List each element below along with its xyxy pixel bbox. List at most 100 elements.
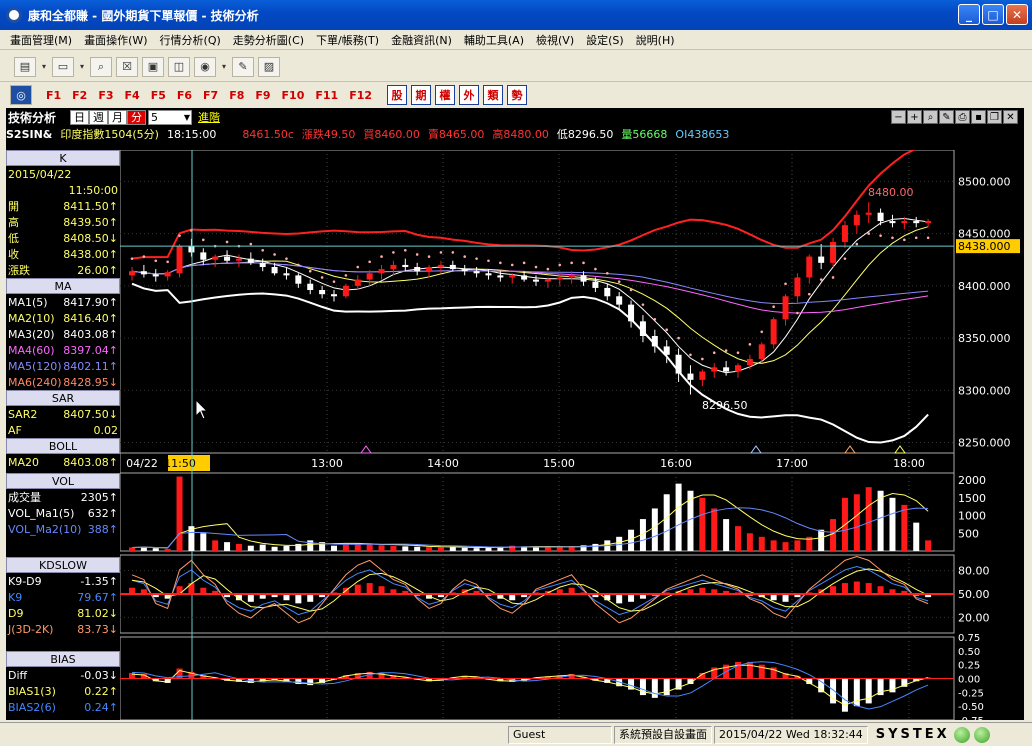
category-button[interactable]: 外 (459, 85, 480, 105)
window-title: 康和全都賺 - 國外期貨下單報價 - 技術分析 (28, 8, 259, 23)
chevron-down-icon[interactable]: ▾ (40, 57, 48, 77)
search-icon[interactable]: ⌕ (90, 56, 112, 77)
category-button[interactable]: 股 (387, 85, 408, 105)
section-header[interactable]: BIAS (6, 651, 120, 667)
sar-dot (130, 257, 134, 260)
candle-body (509, 275, 516, 278)
section-header[interactable]: BOLL (6, 438, 120, 454)
fkey-button[interactable]: F2 (72, 89, 87, 102)
maximize-button[interactable]: □ (982, 4, 1004, 25)
menu-item[interactable]: 輔助工具(A) (458, 32, 530, 48)
logo-icon[interactable]: ◎ (10, 85, 32, 105)
save-icon[interactable]: ▪ (971, 110, 986, 124)
minimize-button[interactable]: _ (958, 4, 980, 25)
draw-icon[interactable]: ✎ (939, 110, 954, 124)
print-icon[interactable]: ⎙ (955, 110, 970, 124)
chart-area[interactable]: 04/22 11:50 13:00 14:00 15:00 16:00 17:00 18:00… (119, 143, 1020, 727)
menu-item[interactable]: 金融資訊(N) (385, 32, 458, 48)
sar-dot (617, 280, 621, 283)
window-icon[interactable]: ▣ (142, 56, 164, 77)
indicator-value: 8416.40↑ (63, 311, 118, 325)
menu-item[interactable]: 檢視(V) (530, 32, 580, 48)
fkey-button[interactable]: F10 (282, 89, 305, 102)
edit-icon[interactable]: ✎ (232, 56, 254, 77)
menu-item[interactable]: 行情分析(Q) (154, 32, 227, 48)
candle-body (129, 271, 135, 276)
category-button[interactable]: 期 (411, 85, 432, 105)
indicator-value: -0.03↓ (80, 668, 118, 682)
indicator-name: VOL_Ma1(5) (8, 506, 75, 520)
time-tick-label: 16:00 (660, 457, 692, 470)
volume-bar (830, 519, 837, 551)
section-header[interactable]: K (6, 150, 120, 166)
layout-icon[interactable]: ▤ (14, 56, 36, 77)
indicator-value: 632↑ (87, 506, 118, 520)
volume-bar (378, 545, 385, 551)
monitor-icon[interactable]: ▭ (52, 56, 74, 77)
indicator-value: -1.35↑ (80, 574, 118, 588)
category-button[interactable]: 類 (483, 85, 504, 105)
fkey-button[interactable]: F3 (98, 89, 113, 102)
fkey-button[interactable]: F6 (177, 89, 192, 102)
category-button[interactable]: 權 (435, 85, 456, 105)
close-button[interactable]: ✕ (1006, 4, 1028, 25)
section-header[interactable]: VOL (6, 473, 120, 489)
menu-item[interactable]: 畫面操作(W) (78, 32, 153, 48)
quote-high: 高8480.00 (492, 128, 549, 141)
chart-svg[interactable]: 04/22 11:50 13:00 14:00 15:00 16:00 17:00 18:00… (119, 143, 1020, 727)
period-tab[interactable]: 週 (89, 109, 109, 125)
section-header[interactable]: KDSLOW (6, 557, 120, 573)
indicator-row: VOL_Ma2(10) 388↑ (6, 521, 120, 537)
menu-item[interactable]: 說明(H) (630, 32, 681, 48)
sar-dot (439, 251, 443, 254)
advanced-link[interactable]: 進階 (198, 109, 220, 125)
fkey-button[interactable]: F5 (151, 89, 166, 102)
category-button[interactable]: 勢 (507, 85, 528, 105)
zoom-in-icon[interactable]: + (907, 110, 922, 124)
fkey-button[interactable]: F8 (229, 89, 244, 102)
interval-select[interactable]: 5 (148, 109, 193, 125)
chevron-down-icon[interactable]: ▾ (78, 57, 86, 77)
indicator-value: 8428.95↓ (63, 375, 118, 389)
fkey-button[interactable]: F7 (203, 89, 218, 102)
volume-bar (782, 542, 789, 551)
tile-icon[interactable]: ◫ (168, 56, 190, 77)
price-tick-label: 8350.000 (958, 332, 1011, 345)
chevron-down-icon[interactable]: ▾ (220, 57, 228, 77)
period-tab[interactable]: 分 (127, 109, 147, 125)
volume-bar (176, 476, 183, 551)
indicator-row: 成交量 2305↑ (6, 489, 120, 505)
candle-body (687, 373, 694, 380)
fkey-button[interactable]: F9 (255, 89, 270, 102)
vol-ma1-line (131, 493, 929, 549)
indicator-row: MA20 8403.08↑ (6, 454, 120, 470)
main-toolbar: ▤ ▾ ▭ ▾ ⌕ ☒ ▣ ◫ ◉ ▾ ✎ ▨ (0, 52, 1032, 82)
menu-bar: 畫面管理(M) 畫面操作(W) 行情分析(Q) 走勢分析圖(C) 下單/帳務(T) 金融資… (0, 30, 1032, 50)
indicator-value: 8402.11↑ (63, 359, 118, 373)
menu-item[interactable]: 下單/帳務(T) (310, 32, 385, 48)
sar-dot (368, 260, 371, 264)
menu-item[interactable]: 走勢分析圖(C) (227, 32, 310, 48)
sar-dot (689, 353, 692, 357)
period-tab[interactable]: 日 (70, 109, 90, 125)
sar-dot (914, 236, 918, 240)
menu-item[interactable]: 設定(S) (580, 32, 630, 48)
zoom-out-icon[interactable]: − (891, 110, 906, 124)
section-header[interactable]: SAR (6, 390, 120, 406)
period-tab[interactable]: 月 (108, 109, 128, 125)
kd-diff-bar (188, 583, 195, 594)
restore-icon[interactable]: ❐ (987, 110, 1002, 124)
volume-bar (758, 536, 765, 551)
menu-item[interactable]: 畫面管理(M) (4, 32, 78, 48)
quote-bar: S2SIN& 印度指數1504(5分) 18:15:00 8461.50c 漲跌… (6, 126, 1024, 142)
search-icon[interactable]: ⌕ (923, 110, 938, 124)
fkey-button[interactable]: F11 (315, 89, 338, 102)
globe-icon[interactable]: ◉ (194, 56, 216, 77)
section-header[interactable]: MA (6, 278, 120, 294)
fkey-button[interactable]: F1 (46, 89, 61, 102)
fkey-button[interactable]: F12 (349, 89, 372, 102)
image-icon[interactable]: ▨ (258, 56, 280, 77)
close-icon[interactable]: ✕ (1003, 110, 1018, 124)
fkey-button[interactable]: F4 (125, 89, 140, 102)
close-window-icon[interactable]: ☒ (116, 56, 138, 77)
